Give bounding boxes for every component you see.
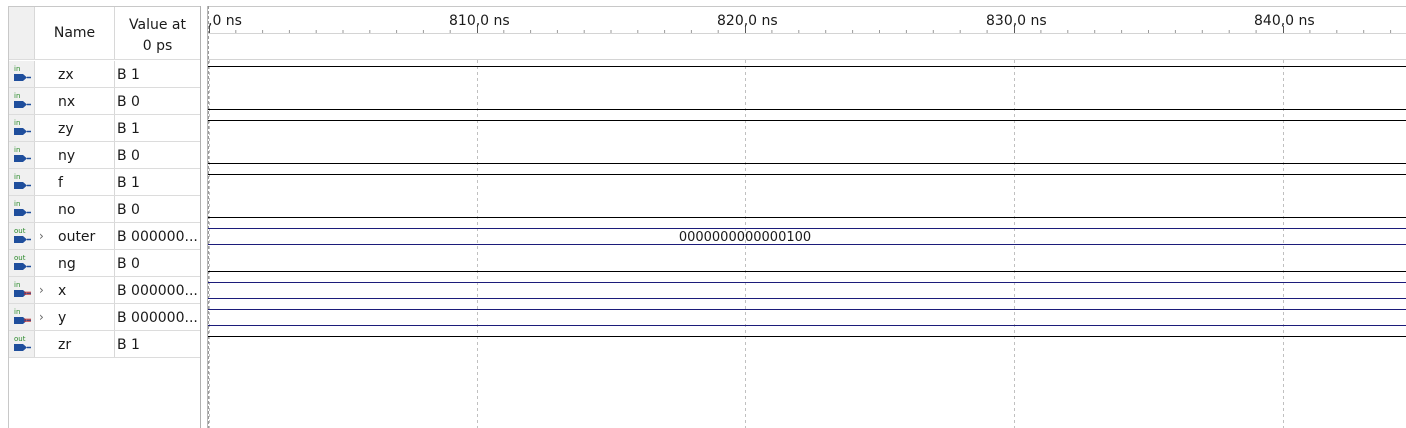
- output-pin-icon: out: [9, 331, 34, 357]
- output-pin-icon: out: [9, 223, 34, 249]
- svg-text:out: out: [14, 335, 26, 343]
- svg-text:in: in: [14, 92, 20, 100]
- signal-row-outer[interactable]: out › outer B 000000...: [9, 223, 200, 250]
- bus-value-label: 0000000000000100: [679, 230, 811, 245]
- column-divider: [114, 115, 115, 141]
- signal-name: zr: [58, 337, 72, 353]
- waveform-canvas[interactable]: 0000000000000100: [208, 6, 1406, 428]
- column-divider: [34, 304, 35, 330]
- signal-row-zy[interactable]: in zy B 1: [9, 115, 200, 142]
- svg-text:out: out: [14, 227, 26, 235]
- name-column-label: Name: [53, 25, 96, 41]
- signal-name: zy: [58, 121, 74, 137]
- column-divider: [114, 277, 115, 303]
- column-header: Name Value at 0 ps: [9, 7, 200, 60]
- column-divider: [34, 61, 35, 87]
- column-divider: [34, 277, 35, 303]
- value-column-label: Value at: [129, 17, 186, 33]
- signal-name: ng: [58, 256, 76, 272]
- input-pin-icon: in: [9, 196, 34, 222]
- signal-value: B 0: [117, 256, 140, 272]
- time-tick-label: 810,0 ns: [449, 13, 510, 29]
- svg-text:in: in: [14, 65, 20, 73]
- signal-list-panel: Name Value at 0 ps in zx B 1 in nx B 0 in zy B 1…: [0, 6, 203, 428]
- column-divider: [34, 169, 35, 195]
- column-divider: [114, 223, 115, 249]
- signal-value: B 1: [117, 175, 140, 191]
- time-tick-label: 820,0 ns: [717, 13, 778, 29]
- column-divider: [114, 331, 115, 357]
- svg-text:in: in: [14, 281, 20, 289]
- column-divider: [34, 331, 35, 357]
- icon-column-header: [9, 7, 34, 59]
- signal-name: y: [58, 310, 67, 326]
- time-tick-label: ,0 ns: [208, 13, 242, 29]
- signal-value: B 1: [117, 67, 140, 83]
- svg-text:in: in: [14, 308, 20, 316]
- svg-text:in: in: [14, 173, 20, 181]
- input-pin-icon: in: [9, 115, 34, 141]
- column-divider: [114, 61, 115, 87]
- signal-value: B 0: [117, 94, 140, 110]
- column-divider: [34, 115, 35, 141]
- signal-row-ng[interactable]: out ng B 0: [9, 250, 200, 277]
- signal-row-y[interactable]: in › y B 000000...: [9, 304, 200, 331]
- signal-value: B 0: [117, 148, 140, 164]
- signal-name: x: [58, 283, 67, 299]
- input-pin-icon: in: [9, 88, 34, 114]
- signal-name: nx: [58, 94, 76, 110]
- svg-text:in: in: [14, 200, 20, 208]
- input-pin-icon: in: [9, 142, 34, 168]
- column-divider: [34, 250, 35, 276]
- signal-row-x[interactable]: in › x B 000000...: [9, 277, 200, 304]
- svg-text:in: in: [14, 146, 20, 154]
- signal-row-f[interactable]: in f B 1: [9, 169, 200, 196]
- value-column-time: 0 ps: [142, 38, 173, 54]
- signal-row-nx[interactable]: in nx B 0: [9, 88, 200, 115]
- waveform-panel[interactable]: 0000000000000100 ,0 ns 810,0 ns 820,0 ns 83…: [208, 6, 1406, 428]
- column-divider: [114, 304, 115, 330]
- signal-row-zr[interactable]: out zr B 1: [9, 331, 200, 358]
- signal-row-no[interactable]: in no B 0: [9, 196, 200, 223]
- time-tick-label: 830,0 ns: [986, 13, 1047, 29]
- input-pin-icon: in: [9, 61, 34, 87]
- signal-row-ny[interactable]: in ny B 0: [9, 142, 200, 169]
- signal-name: outer: [58, 229, 96, 245]
- chevron-right-icon[interactable]: ›: [39, 307, 49, 327]
- signal-value: B 000000...: [117, 229, 198, 245]
- column-divider: [34, 88, 35, 114]
- column-divider: [34, 196, 35, 222]
- column-divider: [114, 169, 115, 195]
- column-divider: [34, 142, 35, 168]
- time-tick-label: 840,0 ns: [1254, 13, 1315, 29]
- signal-value: B 1: [117, 121, 140, 137]
- chevron-right-icon[interactable]: ›: [39, 280, 49, 300]
- signal-value: B 000000...: [117, 310, 198, 326]
- column-divider: [114, 196, 115, 222]
- input-bus-icon: in: [9, 277, 34, 303]
- signal-name: f: [58, 175, 63, 191]
- svg-text:out: out: [14, 254, 26, 262]
- input-pin-icon: in: [9, 169, 34, 195]
- name-column-header[interactable]: Name: [35, 7, 114, 59]
- column-divider: [114, 250, 115, 276]
- column-divider: [114, 142, 115, 168]
- output-pin-icon: out: [9, 250, 34, 276]
- svg-text:in: in: [14, 119, 20, 127]
- column-divider: [34, 223, 35, 249]
- signal-name: ny: [58, 148, 76, 164]
- signal-row-zx[interactable]: in zx B 1: [9, 61, 200, 88]
- column-divider: [114, 88, 115, 114]
- signal-name: no: [58, 202, 76, 218]
- signal-value: B 1: [117, 337, 140, 353]
- value-column-header[interactable]: Value at 0 ps: [115, 15, 200, 57]
- panel-splitter[interactable]: [201, 6, 208, 428]
- waveform-viewer: Name Value at 0 ps in zx B 1 in nx B 0 in zy B 1…: [0, 0, 1406, 428]
- signal-value: B 0: [117, 202, 140, 218]
- signal-value: B 000000...: [117, 283, 198, 299]
- chevron-right-icon[interactable]: ›: [39, 226, 49, 246]
- signal-name: zx: [58, 67, 74, 83]
- input-bus-icon: in: [9, 304, 34, 330]
